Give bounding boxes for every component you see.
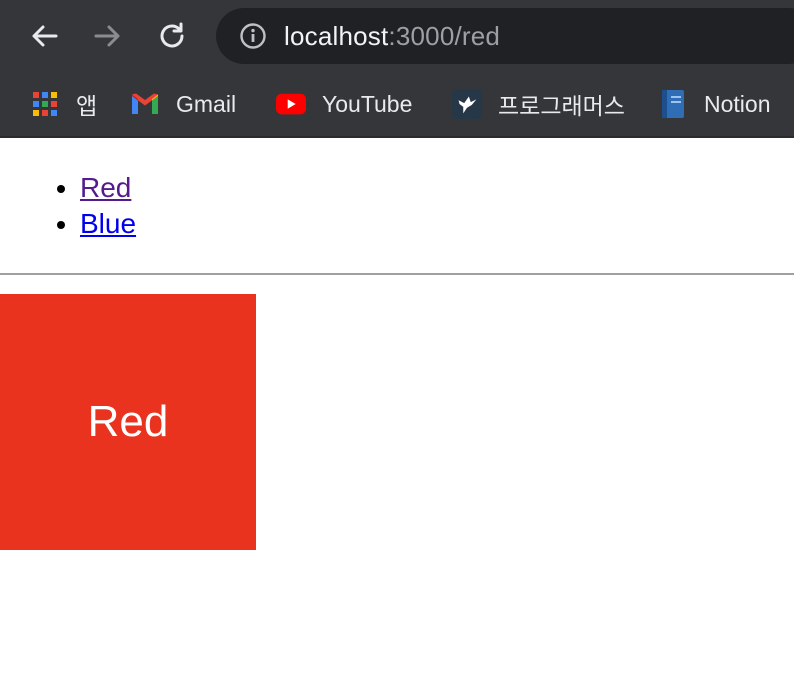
reload-button[interactable] — [154, 18, 190, 54]
site-info-icon[interactable] — [238, 21, 268, 51]
list-item: Red — [80, 170, 136, 206]
bookmark-youtube[interactable]: YouTube — [276, 72, 412, 136]
bookmark-notion[interactable]: Notion — [658, 72, 770, 136]
gmail-icon — [130, 89, 160, 119]
nav-list: Red Blue — [0, 170, 136, 242]
bookmark-label: YouTube — [322, 90, 413, 117]
apps-grid-icon — [30, 89, 60, 119]
arrow-right-icon — [94, 25, 120, 47]
bookmark-gmail[interactable]: Gmail — [130, 72, 236, 136]
blue-link[interactable]: Blue — [80, 208, 136, 239]
browser-toolbar: localhost:3000/red — [0, 0, 794, 72]
bookmark-apps[interactable]: 앱 — [30, 72, 97, 136]
page-content: Red Blue Red — [0, 138, 794, 676]
address-bar[interactable]: localhost:3000/red — [216, 8, 794, 64]
forward-button[interactable] — [90, 18, 126, 54]
url-text[interactable]: localhost:3000/red — [284, 21, 500, 52]
color-box-label: Red — [87, 397, 169, 446]
reload-icon — [160, 22, 184, 48]
notion-icon — [658, 89, 688, 119]
red-color-box: Red — [0, 294, 256, 550]
list-item: Blue — [80, 206, 136, 242]
url-host: localhost — [284, 20, 389, 51]
back-button[interactable] — [26, 18, 62, 54]
bookmarks-bar: 앱 Gmail YouTube 프로그래머스 Notion — [0, 72, 794, 138]
red-link[interactable]: Red — [80, 172, 131, 203]
bookmark-label: 프로그래머스 — [498, 93, 625, 119]
bookmark-label: Notion — [704, 90, 771, 117]
url-path: :3000/red — [388, 20, 501, 51]
bookmark-label: Gmail — [176, 90, 237, 117]
bookmark-label: 앱 — [76, 93, 98, 119]
bookmark-programmers[interactable]: 프로그래머스 — [452, 72, 625, 136]
programmers-icon — [452, 89, 482, 119]
divider — [0, 273, 794, 275]
arrow-left-icon — [32, 25, 58, 47]
youtube-icon — [276, 89, 306, 119]
